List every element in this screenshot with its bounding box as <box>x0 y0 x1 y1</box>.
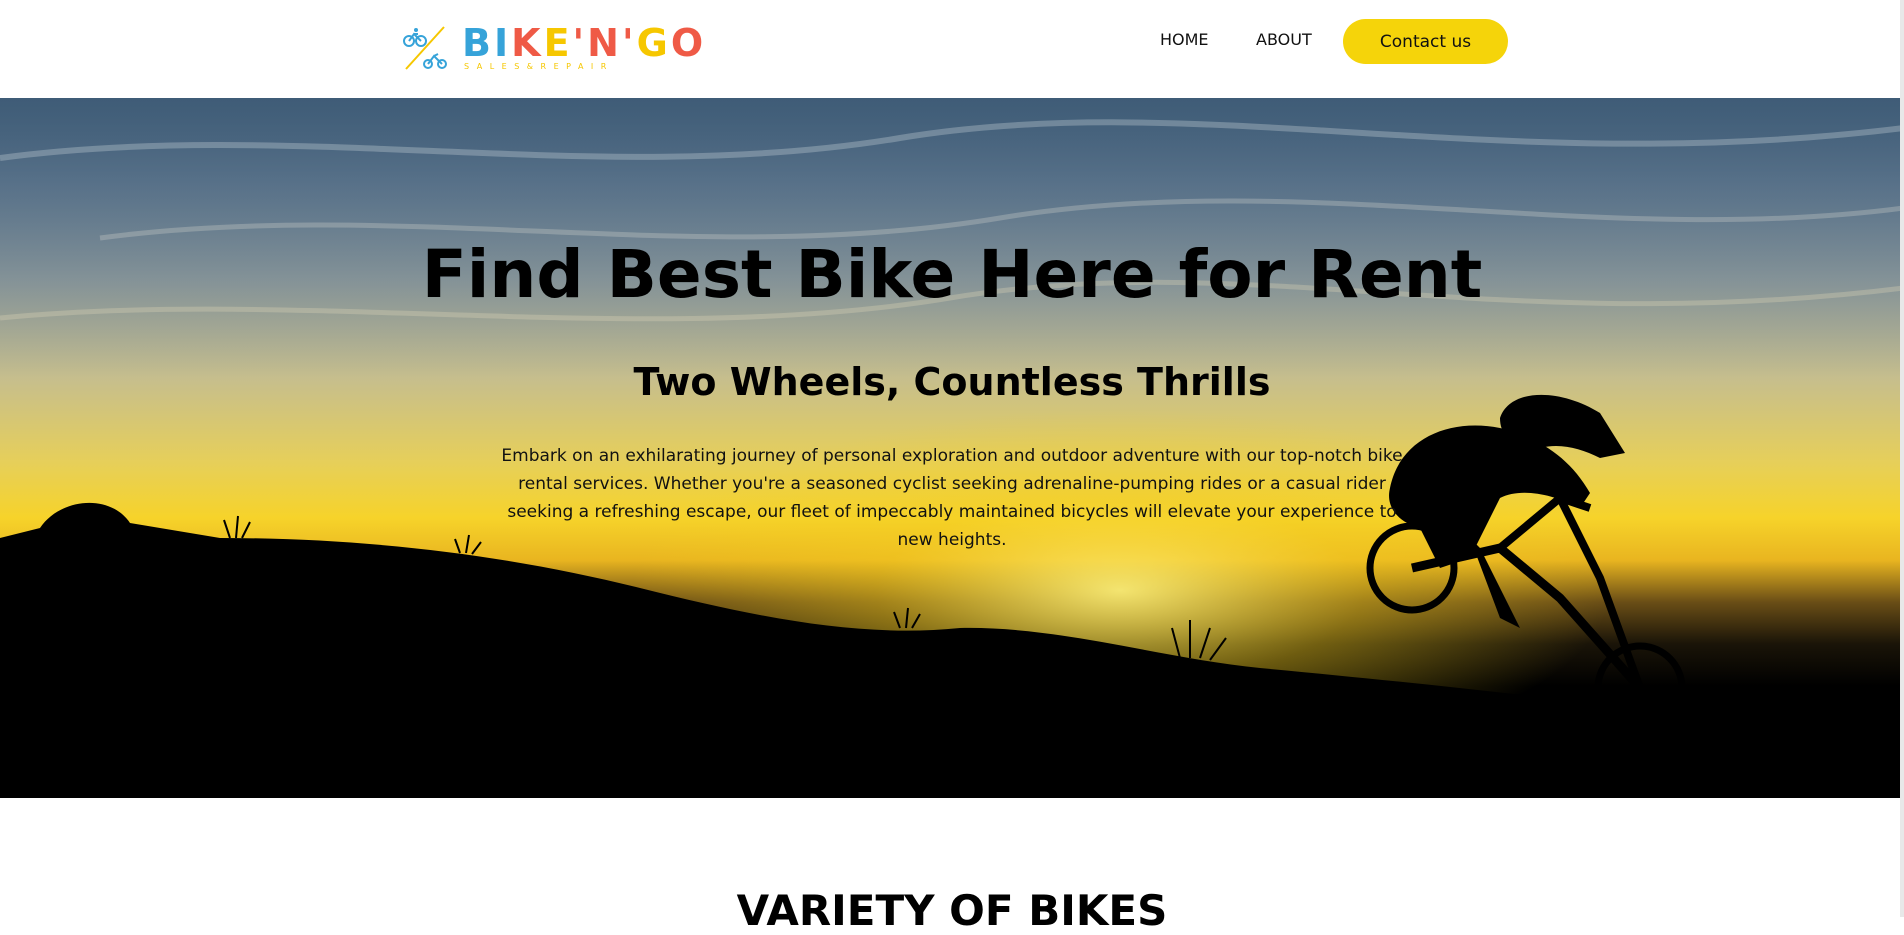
bike-logo-icon <box>403 26 447 70</box>
hero-description: Embark on an exhilarating journey of per… <box>501 446 1403 550</box>
hero-section: Find Best Bike Here for Rent Two Wheels,… <box>0 98 1904 798</box>
logo-wordmark: BIKE'N'GO <box>462 21 707 65</box>
logo-tagline: SALES&REPAIR <box>464 62 614 71</box>
nav-about-link[interactable]: ABOUT <box>1256 30 1312 49</box>
page-scrollbar[interactable] <box>1900 0 1904 917</box>
hero-subtitle: Two Wheels, Countless Thrills <box>633 360 1271 404</box>
contact-us-button[interactable]: Contact us <box>1343 19 1508 64</box>
variety-of-bikes-heading: VARIETY OF BIKES <box>736 886 1168 935</box>
site-header: BIKE'N'GO SALES&REPAIR HOME ABOUT Contac… <box>0 0 1904 98</box>
hero-title: Find Best Bike Here for Rent <box>421 236 1483 313</box>
nav-home-link[interactable]: HOME <box>1160 30 1209 49</box>
brand-logo[interactable]: BIKE'N'GO SALES&REPAIR <box>400 22 703 72</box>
